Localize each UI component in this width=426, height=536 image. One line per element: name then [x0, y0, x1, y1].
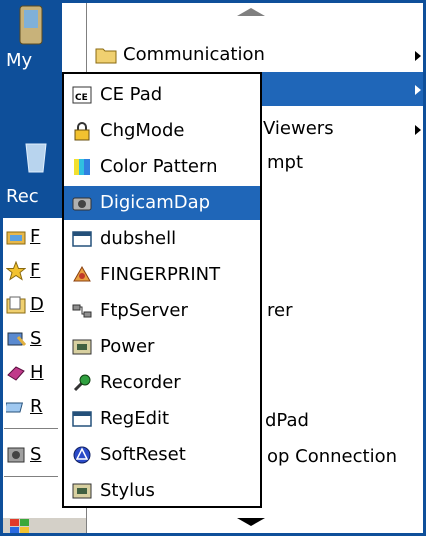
menu-item-color-pattern[interactable]: Color Pattern	[64, 150, 260, 184]
menu-item-label: SoftReset	[100, 444, 186, 465]
start-menu-separator	[4, 428, 58, 429]
submenu-item-label: Viewers	[263, 118, 334, 139]
ce-pad-icon: CE	[72, 86, 92, 104]
taskbar	[0, 518, 86, 536]
color-pattern-icon	[74, 159, 90, 175]
svg-text:CE: CE	[75, 93, 88, 103]
menu-item-fingerprint[interactable]: FINGERPRINT	[64, 258, 260, 292]
programs-folder-icon	[6, 231, 26, 245]
start-menu-separator	[4, 476, 58, 477]
applications-popup-menu: CE CE Pad ChgMode Color Pattern DigicamD…	[62, 72, 262, 508]
desktop-area: My Rec	[0, 0, 62, 218]
menu-item-label: Power	[100, 336, 155, 357]
menu-item-dubshell[interactable]: dubshell	[64, 222, 260, 256]
submenu-item-label: dPad	[265, 410, 309, 431]
run-icon	[6, 402, 24, 413]
submenu-item-label: Communication	[123, 44, 265, 65]
power-icon	[72, 339, 92, 355]
scroll-down-arrow-icon[interactable]	[237, 518, 265, 526]
folder-icon	[95, 48, 117, 64]
start-item-favorites[interactable]: F	[0, 254, 62, 288]
start-item-documents[interactable]: D	[0, 288, 62, 322]
network-icon	[72, 304, 92, 318]
settings-icon	[7, 332, 26, 346]
menu-item-label: Stylus	[100, 480, 155, 501]
start-item-suspend[interactable]: S	[0, 438, 62, 472]
menu-item-stylus[interactable]: Stylus	[64, 474, 260, 508]
camera-icon	[72, 197, 92, 211]
documents-folder-icon	[6, 296, 26, 314]
menu-item-digicamdap[interactable]: DigicamDap	[64, 186, 260, 220]
scroll-up-arrow-icon[interactable]	[237, 8, 265, 16]
window-app-icon	[72, 411, 92, 427]
submenu-item-label: rer	[267, 300, 293, 321]
menu-item-label: Recorder	[100, 372, 181, 393]
start-item-run[interactable]: R	[0, 390, 62, 424]
submenu-item-communication[interactable]: Communication	[87, 38, 426, 72]
start-item-settings[interactable]: S	[0, 322, 62, 356]
submenu-arrow-icon	[415, 125, 421, 135]
start-item-label: R	[30, 396, 43, 417]
favorites-star-icon	[6, 261, 26, 281]
screen: My Rec F F D S H R S Communication Viewe…	[0, 0, 426, 536]
windows-start-icon[interactable]	[8, 518, 32, 536]
desktop-my-label[interactable]: My	[6, 50, 32, 71]
menu-item-softreset[interactable]: SoftReset	[64, 438, 260, 472]
start-item-label: H	[30, 362, 44, 383]
submenu-item-label: op Connection	[267, 446, 398, 467]
menu-item-label: FtpServer	[100, 300, 188, 321]
menu-item-recorder[interactable]: Recorder	[64, 366, 260, 400]
start-menu-left: F F D S H R S	[0, 218, 62, 518]
menu-item-label: CE Pad	[100, 84, 163, 105]
start-item-label: F	[30, 226, 41, 247]
submenu-arrow-icon	[415, 51, 421, 61]
menu-item-label: Color Pattern	[100, 156, 218, 177]
start-item-help[interactable]: H	[0, 356, 62, 390]
submenu-item-label: mpt	[267, 152, 304, 173]
stylus-icon	[72, 483, 92, 499]
menu-item-ftpserver[interactable]: FtpServer	[64, 294, 260, 328]
menu-item-label: DigicamDap	[100, 192, 211, 213]
menu-item-label: dubshell	[100, 228, 177, 249]
start-item-label: S	[30, 444, 42, 465]
submenu-arrow-icon	[415, 85, 421, 95]
menu-item-label: ChgMode	[100, 120, 185, 141]
menu-item-chgmode[interactable]: ChgMode	[64, 114, 260, 148]
menu-item-regedit[interactable]: RegEdit	[64, 402, 260, 436]
recycle-bin-icon[interactable]	[22, 140, 50, 174]
suspend-icon	[7, 447, 25, 463]
fingerprint-icon	[73, 265, 91, 282]
start-item-programs[interactable]: F	[0, 220, 62, 254]
microphone-icon	[73, 374, 91, 392]
help-book-icon	[7, 366, 25, 381]
start-item-label: D	[30, 294, 44, 315]
start-item-label: F	[30, 260, 41, 281]
my-device-icon[interactable]	[16, 4, 46, 48]
menu-item-power[interactable]: Power	[64, 330, 260, 364]
window-app-icon	[72, 231, 92, 247]
reset-icon	[73, 446, 91, 464]
menu-item-label: RegEdit	[100, 408, 170, 429]
lock-icon	[74, 122, 90, 141]
desktop-rec-label[interactable]: Rec	[6, 186, 39, 207]
start-item-label: S	[30, 328, 42, 349]
menu-item-ce-pad[interactable]: CE CE Pad	[64, 78, 260, 112]
menu-item-label: FINGERPRINT	[100, 264, 221, 285]
